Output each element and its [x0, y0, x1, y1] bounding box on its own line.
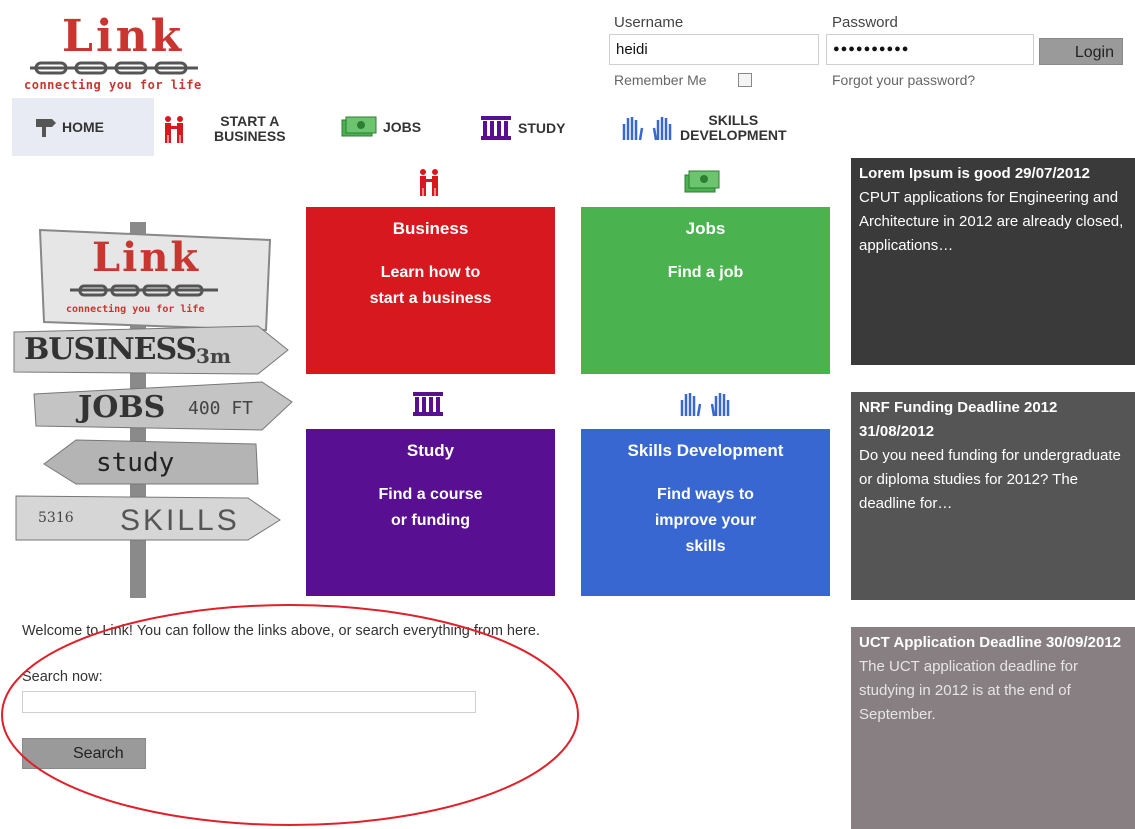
nav-start-business[interactable]: START A BUSINESS	[162, 114, 286, 144]
sign-skills-number: 5316	[38, 510, 74, 526]
signpost-illustration: Link connecting you for life BUSINESS 3m…	[12, 222, 294, 598]
hands-icon	[622, 117, 672, 141]
jobs-tile-line1: Find a job	[667, 264, 744, 281]
nav-home[interactable]: HOME	[12, 98, 154, 156]
sign-jobs-distance: 400 FT	[188, 398, 254, 419]
news-title: NRF Funding Deadline 2012 31/08/2012	[859, 399, 1058, 440]
nav-study-label: STUDY	[518, 119, 566, 136]
remember-me-checkbox[interactable]	[738, 73, 752, 87]
news-title: UCT Application Deadline 30/09/2012	[859, 634, 1122, 651]
skills-tile-line1: Find ways to	[657, 486, 754, 503]
skills-tile-title: Skills Development	[627, 441, 784, 460]
news-item[interactable]: Lorem Ipsum is good 29/07/2012 CPUT appl…	[851, 158, 1135, 365]
study-tile-icon	[413, 392, 443, 416]
news-excerpt: The UCT application deadline for studyin…	[859, 658, 1079, 723]
site-logo[interactable]: Link connecting you for life	[22, 12, 212, 96]
search-button[interactable]: Search	[22, 738, 146, 769]
signpost-wordmark: Link	[92, 234, 201, 281]
username-input[interactable]	[609, 34, 819, 65]
jobs-tile-icon	[684, 170, 720, 193]
business-tile-line1: Learn how to	[380, 264, 481, 281]
study-tile-title: Study	[406, 441, 455, 460]
sign-study: study	[96, 448, 175, 478]
sign-skills: SKILLS	[120, 504, 240, 537]
remember-me-label: Remember Me	[614, 72, 707, 88]
welcome-text: Welcome to Link! You can follow the link…	[22, 623, 540, 639]
search-input[interactable]	[22, 691, 476, 713]
business-tile-icon	[420, 169, 438, 196]
handshake-icon	[165, 116, 183, 143]
nav-business-line1: START A	[220, 113, 280, 129]
business-tile[interactable]: Business Learn how to start a business	[306, 207, 555, 374]
skills-tile-icon	[680, 393, 730, 417]
login-button[interactable]: Login	[1039, 38, 1123, 65]
chain-icon	[30, 61, 198, 75]
nav-skills-development[interactable]: SKILLS DEVELOPMENT	[620, 113, 787, 143]
jobs-tile[interactable]: Jobs Find a job	[581, 207, 830, 374]
study-tile-line2: or funding	[390, 512, 471, 529]
skills-tile[interactable]: Skills Development Find ways to improve …	[581, 429, 830, 596]
study-tile-line1: Find a course	[378, 486, 483, 503]
business-tile-line2: start a business	[369, 290, 492, 307]
search-label: Search now:	[22, 669, 103, 685]
skills-tile-line2: improve your	[654, 512, 757, 529]
study-tile[interactable]: Study Find a course or funding	[306, 429, 555, 596]
search-button-label: Search	[73, 745, 124, 762]
nav-study[interactable]: STUDY	[480, 116, 565, 140]
news-excerpt: CPUT applications for Engineering and Ar…	[859, 189, 1124, 254]
logo-wordmark: Link	[62, 11, 185, 62]
business-tile-title: Business	[392, 219, 469, 238]
nav-skills-line1: SKILLS	[708, 112, 759, 128]
username-label: Username	[614, 14, 684, 31]
sign-business: BUSINESS	[24, 332, 197, 367]
nav-jobs[interactable]: JOBS	[341, 116, 421, 138]
jobs-tile-title: Jobs	[685, 219, 726, 238]
nav-skills-line2: DEVELOPMENT	[680, 127, 787, 143]
signpost-tagline: connecting you for life	[66, 304, 205, 315]
skills-tile-line3: skills	[685, 538, 726, 555]
nav-home-label: HOME	[62, 118, 104, 135]
signpost-icon	[36, 119, 56, 137]
password-input[interactable]: ●●●●●●●●●●	[826, 34, 1034, 65]
password-label: Password	[832, 14, 898, 31]
sign-business-distance: 3m	[196, 344, 232, 368]
money-icon	[341, 116, 377, 137]
logo-tagline: connecting you for life	[24, 78, 202, 92]
sign-jobs: JOBS	[78, 390, 166, 425]
news-item[interactable]: NRF Funding Deadline 2012 31/08/2012 Do …	[851, 392, 1135, 600]
institution-icon	[481, 116, 511, 140]
nav-business-line2: BUSINESS	[214, 128, 286, 144]
news-excerpt: Do you need funding for undergraduate or…	[859, 447, 1121, 512]
news-title: Lorem Ipsum is good 29/07/2012	[859, 165, 1090, 182]
forgot-password-link[interactable]: Forgot your password?	[832, 72, 975, 88]
news-item[interactable]: UCT Application Deadline 30/09/2012 The …	[851, 627, 1135, 829]
nav-jobs-label: JOBS	[383, 118, 422, 135]
